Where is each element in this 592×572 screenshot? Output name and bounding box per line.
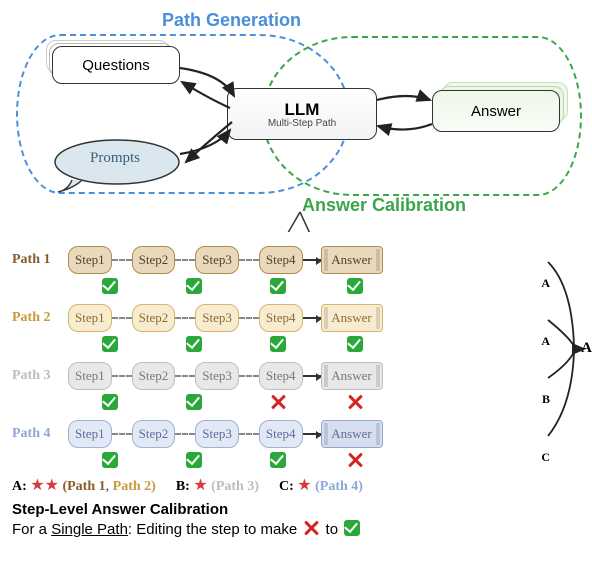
path-4-marks <box>68 452 580 468</box>
vote-b-paths: (Path 3) <box>211 479 259 494</box>
path-2-step-2: Step2 <box>132 304 176 332</box>
vote-a: A: ★★ (Path 1, Path 2) <box>12 478 156 495</box>
check-icon <box>270 278 286 294</box>
footer-underline: Single Path <box>51 521 128 538</box>
vote-summary: A: ★★ (Path 1, Path 2) B: ★ (Path 3) C: … <box>12 478 580 495</box>
connector <box>112 375 132 377</box>
footer-prefix: For a <box>12 521 51 538</box>
connector <box>239 375 259 377</box>
path-2-answer: Answer <box>321 304 383 332</box>
star-icon: ★ <box>193 478 207 494</box>
path-4-step-3: Step3 <box>195 420 239 448</box>
check-icon <box>102 278 118 294</box>
star-icon: ★ <box>45 478 59 494</box>
check-icon <box>347 278 363 294</box>
path-3-step-1: Step1 <box>68 362 112 390</box>
path-1-step-2: Step2 <box>132 246 176 274</box>
path-1-step-3: Step3 <box>195 246 239 274</box>
footer-mid: : Editing the step to make <box>128 521 301 538</box>
cross-icon <box>347 452 363 468</box>
check-icon <box>102 394 118 410</box>
path-3-step-2: Step2 <box>132 362 176 390</box>
vote-c: C: ★ (Path 4) <box>279 478 363 495</box>
vote-c-paths: (Path 4) <box>315 479 363 494</box>
footer-title: Step-Level Answer Calibration <box>12 501 580 518</box>
check-icon <box>186 452 202 468</box>
path-2-label: Path 2 <box>12 310 68 326</box>
check-icon <box>347 336 363 352</box>
check-icon <box>270 452 286 468</box>
path-1-answer: Answer <box>321 246 383 274</box>
path-4-step-1: Step1 <box>68 420 112 448</box>
path-row-1: Path 1 Step1 Step2 Step3 Step4 Answer <box>12 246 580 274</box>
path-2-step-1: Step1 <box>68 304 112 332</box>
connector <box>175 259 195 261</box>
top-arrows <box>12 12 592 232</box>
path-1-step-4: Step4 <box>259 246 303 274</box>
connector <box>112 259 132 261</box>
cross-icon <box>347 394 363 410</box>
final-vote-letter: A <box>581 340 592 357</box>
connector <box>175 375 195 377</box>
footer-sentence: For a Single Path: Editing the step to m… <box>12 520 580 540</box>
path-3-marks <box>68 394 580 410</box>
path-2-step-4: Step4 <box>259 304 303 332</box>
check-icon <box>186 336 202 352</box>
path-4-step-2: Step2 <box>132 420 176 448</box>
star-icon: ★ <box>30 478 44 494</box>
footer-to: to <box>326 521 343 538</box>
star-icon: ★ <box>297 478 311 494</box>
top-diagram: Path Generation Answer Calibration Quest… <box>12 12 580 242</box>
cross-icon <box>303 520 319 536</box>
check-icon <box>102 336 118 352</box>
check-icon <box>102 452 118 468</box>
check-icon <box>270 336 286 352</box>
arrow <box>303 259 321 261</box>
cross-icon <box>270 394 286 410</box>
path-row-2: Path 2 Step1 Step2 Step3 Step4 Answer <box>12 304 580 332</box>
arrow <box>303 375 321 377</box>
path-3-label: Path 3 <box>12 368 68 384</box>
connector <box>112 433 132 435</box>
path-row-4: Path 4 Step1 Step2 Step3 Step4 Answer <box>12 420 580 448</box>
path-2-marks <box>68 336 580 352</box>
path-1-marks <box>68 278 580 294</box>
path-row-3: Path 3 Step1 Step2 Step3 Step4 Answer <box>12 362 580 390</box>
check-icon <box>186 394 202 410</box>
paths-area: Path 1 Step1 Step2 Step3 Step4 Answer A … <box>12 246 580 540</box>
connector <box>175 317 195 319</box>
connector <box>239 259 259 261</box>
path-1-label: Path 1 <box>12 252 68 268</box>
connector <box>239 433 259 435</box>
check-icon <box>186 278 202 294</box>
check-icon <box>344 520 360 536</box>
vote-c-prefix: C: <box>279 479 294 494</box>
path-4-label: Path 4 <box>12 426 68 442</box>
arrow <box>303 433 321 435</box>
connector <box>112 317 132 319</box>
path-1-step-1: Step1 <box>68 246 112 274</box>
path-2-step-3: Step3 <box>195 304 239 332</box>
vote-b: B: ★ (Path 3) <box>176 478 259 495</box>
vote-b-prefix: B: <box>176 479 190 494</box>
path-3-answer: Answer <box>321 362 383 390</box>
vote-a-prefix: A: <box>12 479 27 494</box>
path-3-step-4: Step4 <box>259 362 303 390</box>
arrow <box>303 317 321 319</box>
path-4-step-4: Step4 <box>259 420 303 448</box>
path-3-step-3: Step3 <box>195 362 239 390</box>
connector <box>175 433 195 435</box>
path-4-answer: Answer <box>321 420 383 448</box>
connector <box>239 317 259 319</box>
